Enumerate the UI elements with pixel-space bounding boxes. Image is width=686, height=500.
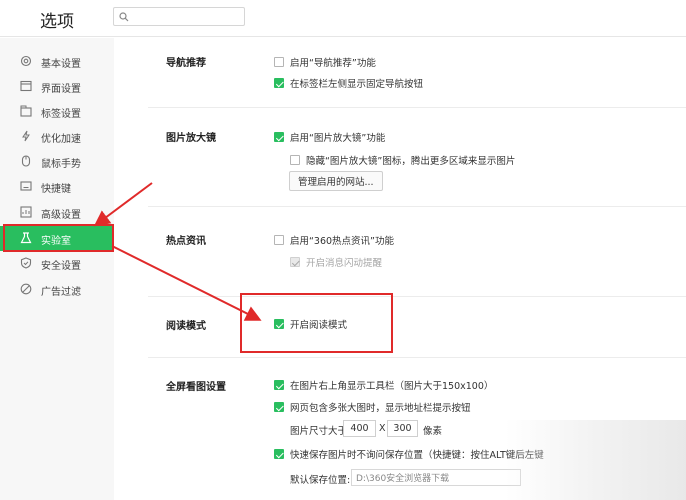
arrow-to-reading (111, 245, 262, 321)
arrow-to-lab (93, 182, 153, 227)
annotation-arrows (93, 182, 262, 321)
